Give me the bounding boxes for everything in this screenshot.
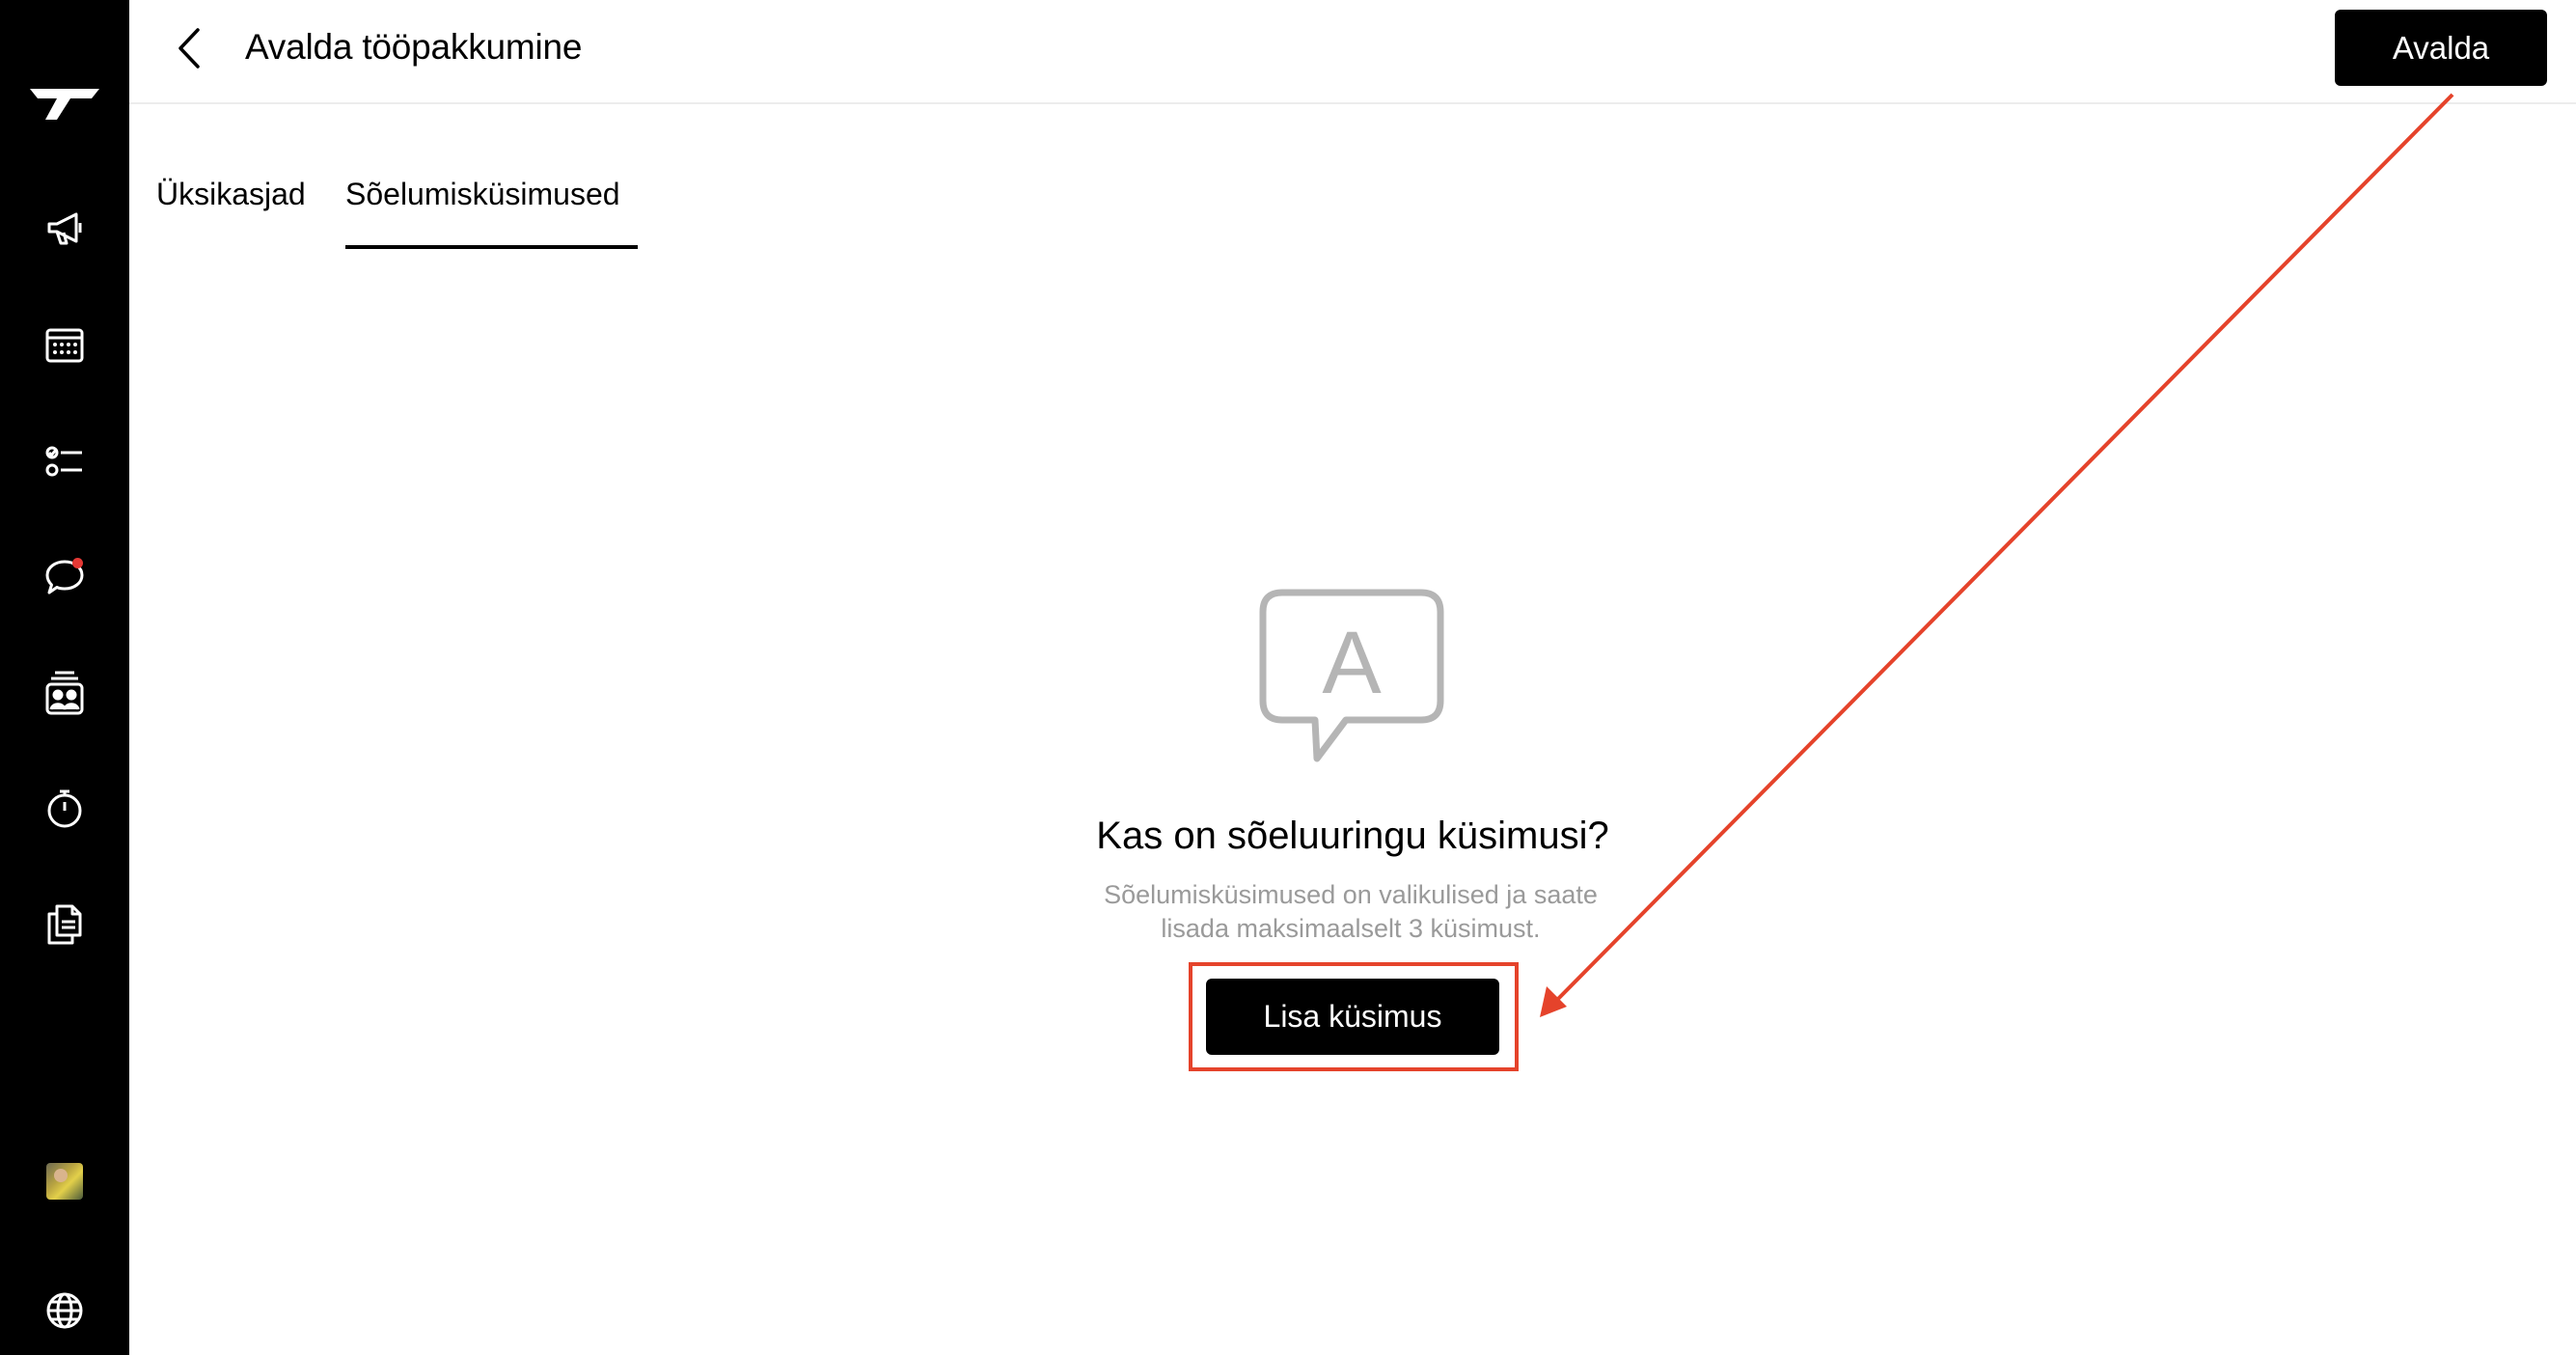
tab-details[interactable]: Üksikasjad <box>156 170 306 218</box>
calendar-icon[interactable] <box>0 307 129 384</box>
avatar <box>46 1163 83 1200</box>
checklist-icon[interactable] <box>0 423 129 500</box>
chevron-left-icon <box>178 28 200 69</box>
tab-screening-questions[interactable]: Sõelumisküsimused <box>345 170 620 218</box>
active-tab-indicator <box>345 245 638 249</box>
empty-state-title-wrap: Kas on sõeluuringu küsimusi? <box>0 809 2576 863</box>
app: Avalda tööpakkumine Avalda Üksikasjad Sõ… <box>0 0 2576 1355</box>
candidates-icon[interactable] <box>0 654 129 732</box>
question-bubble-icon: A <box>1259 589 1444 769</box>
documents-icon[interactable] <box>0 886 129 963</box>
empty-state-description: Sõelumisküsimused on valikulised ja saat… <box>1104 880 1598 943</box>
notification-dot <box>72 558 83 568</box>
empty-state-title: Kas on sõeluuringu küsimusi? <box>1096 815 1609 857</box>
back-button[interactable] <box>168 23 210 73</box>
logo-icon[interactable] <box>0 64 129 141</box>
page-title: Avalda tööpakkumine <box>245 27 583 67</box>
globe-icon[interactable] <box>0 1272 129 1349</box>
chat-icon[interactable] <box>0 539 129 616</box>
publish-button[interactable]: Avalda <box>2335 10 2547 86</box>
user-avatar[interactable] <box>0 1143 129 1220</box>
icon-letter: A <box>1322 614 1382 712</box>
sidebar <box>0 0 129 1355</box>
page-header: Avalda tööpakkumine Avalda <box>129 0 2576 104</box>
add-question-button[interactable]: Lisa küsimus <box>1206 979 1499 1055</box>
megaphone-icon[interactable] <box>0 191 129 268</box>
